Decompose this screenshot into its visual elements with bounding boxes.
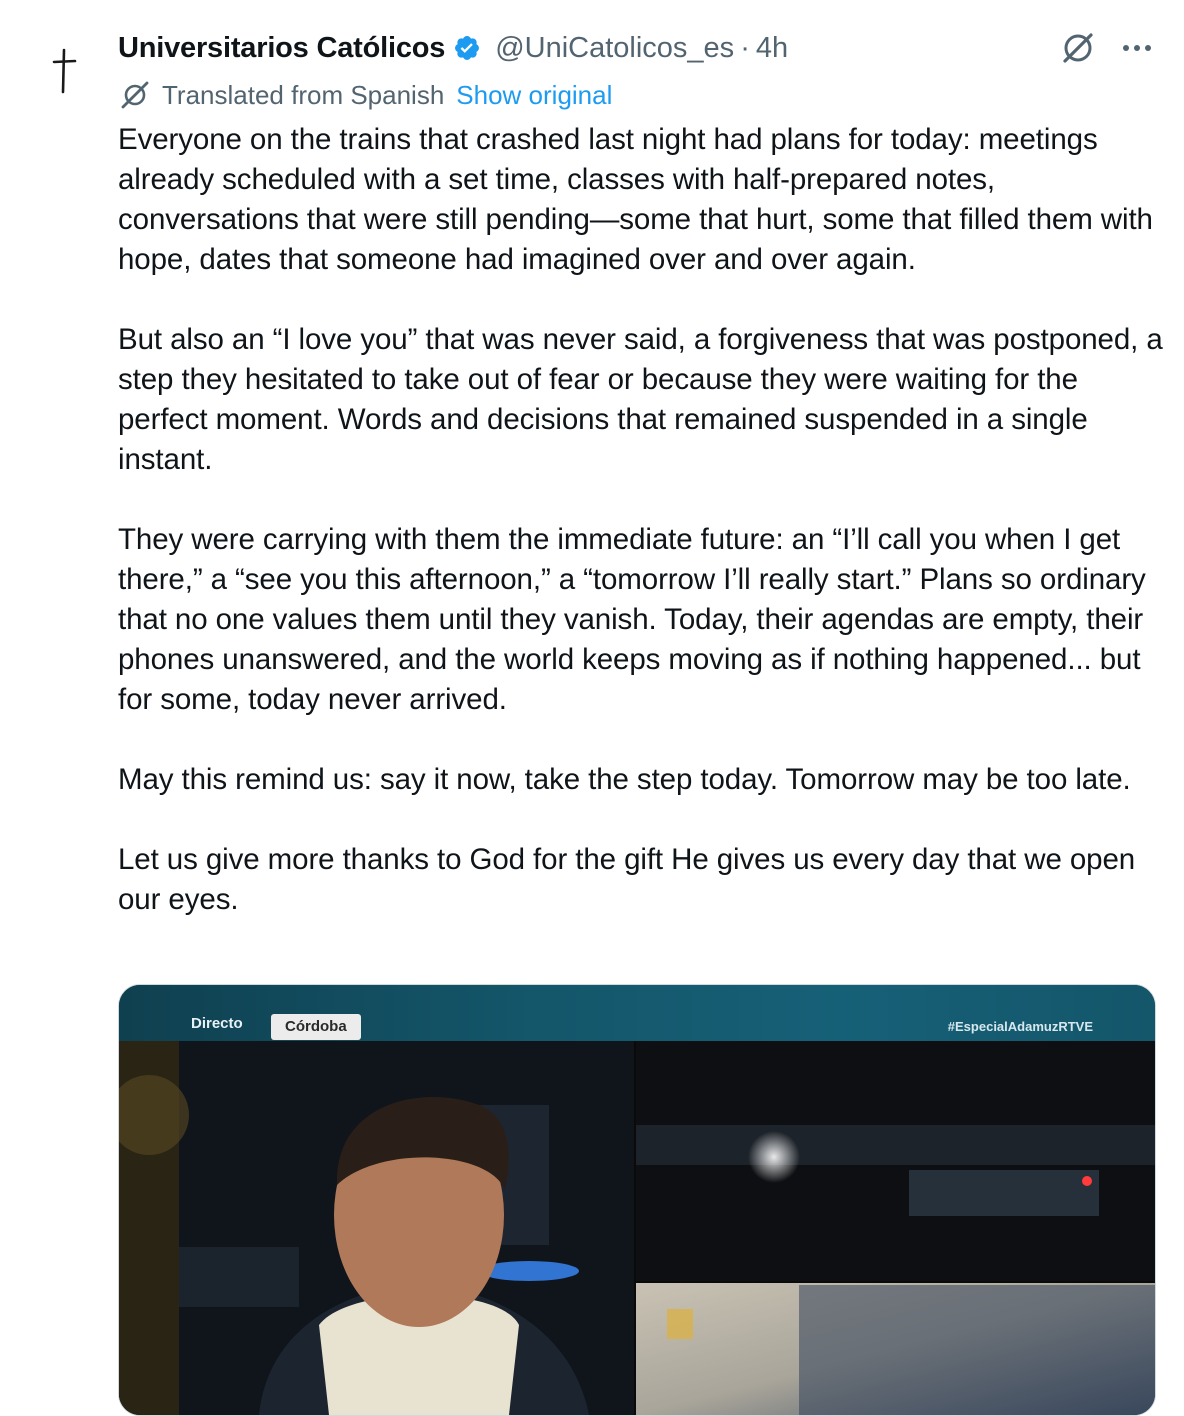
tweet-text: Everyone on the trains that crashed last…: [118, 120, 1164, 960]
grok-icon[interactable]: [1058, 28, 1098, 68]
display-name[interactable]: Universitarios Católicos: [118, 32, 445, 65]
show-original-link[interactable]: Show original: [456, 80, 612, 111]
cross-icon: [52, 48, 77, 94]
tweet-paragraph: May this remind us: say it now, take the…: [118, 763, 1131, 796]
tweet-paragraph: They were carrying with them the immedia…: [118, 523, 1146, 716]
tweet-paragraph: But also an “I love you” that was never …: [118, 323, 1163, 476]
broadcast-hashtag: #EspecialAdamuzRTVE: [947, 1019, 1093, 1034]
header-actions: [1058, 28, 1154, 68]
timestamp[interactable]: 4h: [756, 32, 788, 65]
avatar[interactable]: [28, 30, 100, 102]
location-label: Córdoba: [271, 1014, 361, 1040]
tweet-media[interactable]: Directo Córdoba #EspecialAdamuzRTVE: [118, 984, 1156, 1416]
translated-label: Translated from Spanish: [162, 79, 445, 110]
live-label: Directo: [191, 1015, 243, 1032]
handle[interactable]: @UniCatolicos_es: [495, 32, 734, 65]
video-frame: [119, 1041, 1155, 1415]
translate-icon: [118, 79, 152, 111]
tweet-header: Universitarios Católicos @UniCatolicos_e…: [118, 26, 1160, 70]
separator: ·: [740, 31, 750, 64]
tweet-paragraph: Let us give more thanks to God for the g…: [118, 843, 1136, 916]
tweet-paragraph: Everyone on the trains that crashed last…: [118, 123, 1153, 276]
translation-row: Translated from Spanish Show original: [118, 78, 612, 112]
verified-badge-icon: [453, 34, 481, 62]
more-options-icon[interactable]: [1120, 42, 1154, 54]
